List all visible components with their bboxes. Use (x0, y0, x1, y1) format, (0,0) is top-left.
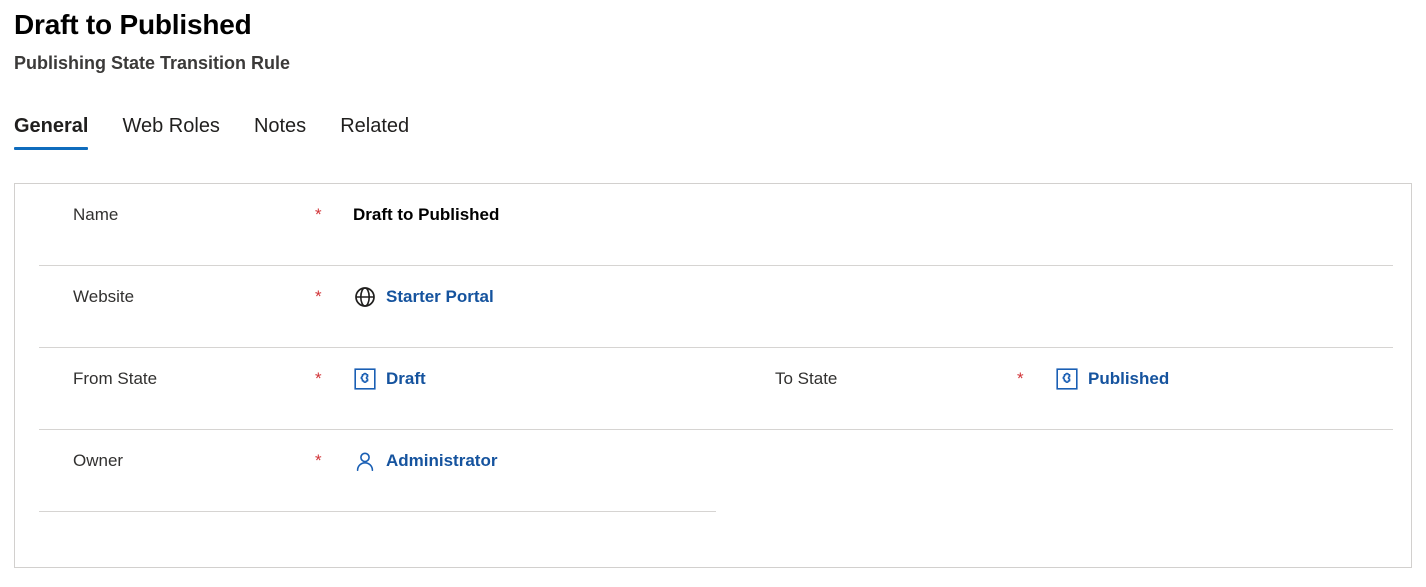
field-from-state: From State * Draft (15, 348, 741, 410)
globe-icon (353, 285, 377, 309)
field-label-owner: Owner (73, 451, 124, 470)
tab-notes[interactable]: Notes (254, 112, 306, 150)
person-icon (353, 449, 377, 473)
page-subtitle: Publishing State Transition Rule (14, 53, 291, 73)
required-indicator-website: * (315, 287, 322, 306)
field-link-website[interactable]: Starter Portal (386, 286, 494, 308)
form-rows: Name * Draft to Published Website * Star… (15, 184, 1411, 512)
field-website: Website * Starter Portal (15, 266, 741, 328)
field-link-from-state[interactable]: Draft (386, 368, 426, 390)
field-value-owner: Administrator (353, 449, 497, 473)
required-indicator-to-state: * (1017, 369, 1024, 388)
field-value-name: Draft to Published (353, 204, 499, 226)
row-separator (39, 511, 716, 512)
field-text-name: Draft to Published (353, 205, 500, 224)
tab-web-roles[interactable]: Web Roles (122, 112, 219, 150)
puzzle-piece-icon (1055, 367, 1079, 391)
tabstrip: General Web Roles Notes Related (14, 112, 409, 150)
field-label-name: Name (73, 205, 119, 224)
field-label-from-state: From State (73, 369, 158, 388)
form-row-states: From State * Draft To State * Published (15, 348, 1411, 430)
field-link-owner[interactable]: Administrator (386, 450, 497, 472)
field-to-state: To State * Published (741, 348, 1401, 410)
form-row-name: Name * Draft to Published (15, 184, 1411, 266)
required-indicator-name: * (315, 205, 322, 224)
field-value-from-state: Draft (353, 367, 426, 391)
general-tab-form-card: Name * Draft to Published Website * Star… (14, 183, 1412, 568)
tab-related[interactable]: Related (340, 112, 409, 150)
form-row-owner: Owner * Administrator (15, 430, 1411, 512)
field-label-to-state: To State (775, 369, 838, 388)
field-name: Name * Draft to Published (15, 184, 741, 246)
field-value-to-state: Published (1055, 367, 1169, 391)
record-form-page: Draft to Published Publishing State Tran… (0, 0, 1426, 587)
field-value-website: Starter Portal (353, 285, 494, 309)
tab-general[interactable]: General (14, 112, 89, 150)
field-label-website: Website (73, 287, 135, 306)
form-row-website: Website * Starter Portal (15, 266, 1411, 348)
required-indicator-from-state: * (315, 369, 322, 388)
field-link-to-state[interactable]: Published (1088, 368, 1169, 390)
required-indicator-owner: * (315, 451, 322, 470)
puzzle-piece-icon (353, 367, 377, 391)
field-owner: Owner * Administrator (15, 430, 741, 492)
page-title: Draft to Published (14, 9, 252, 40)
